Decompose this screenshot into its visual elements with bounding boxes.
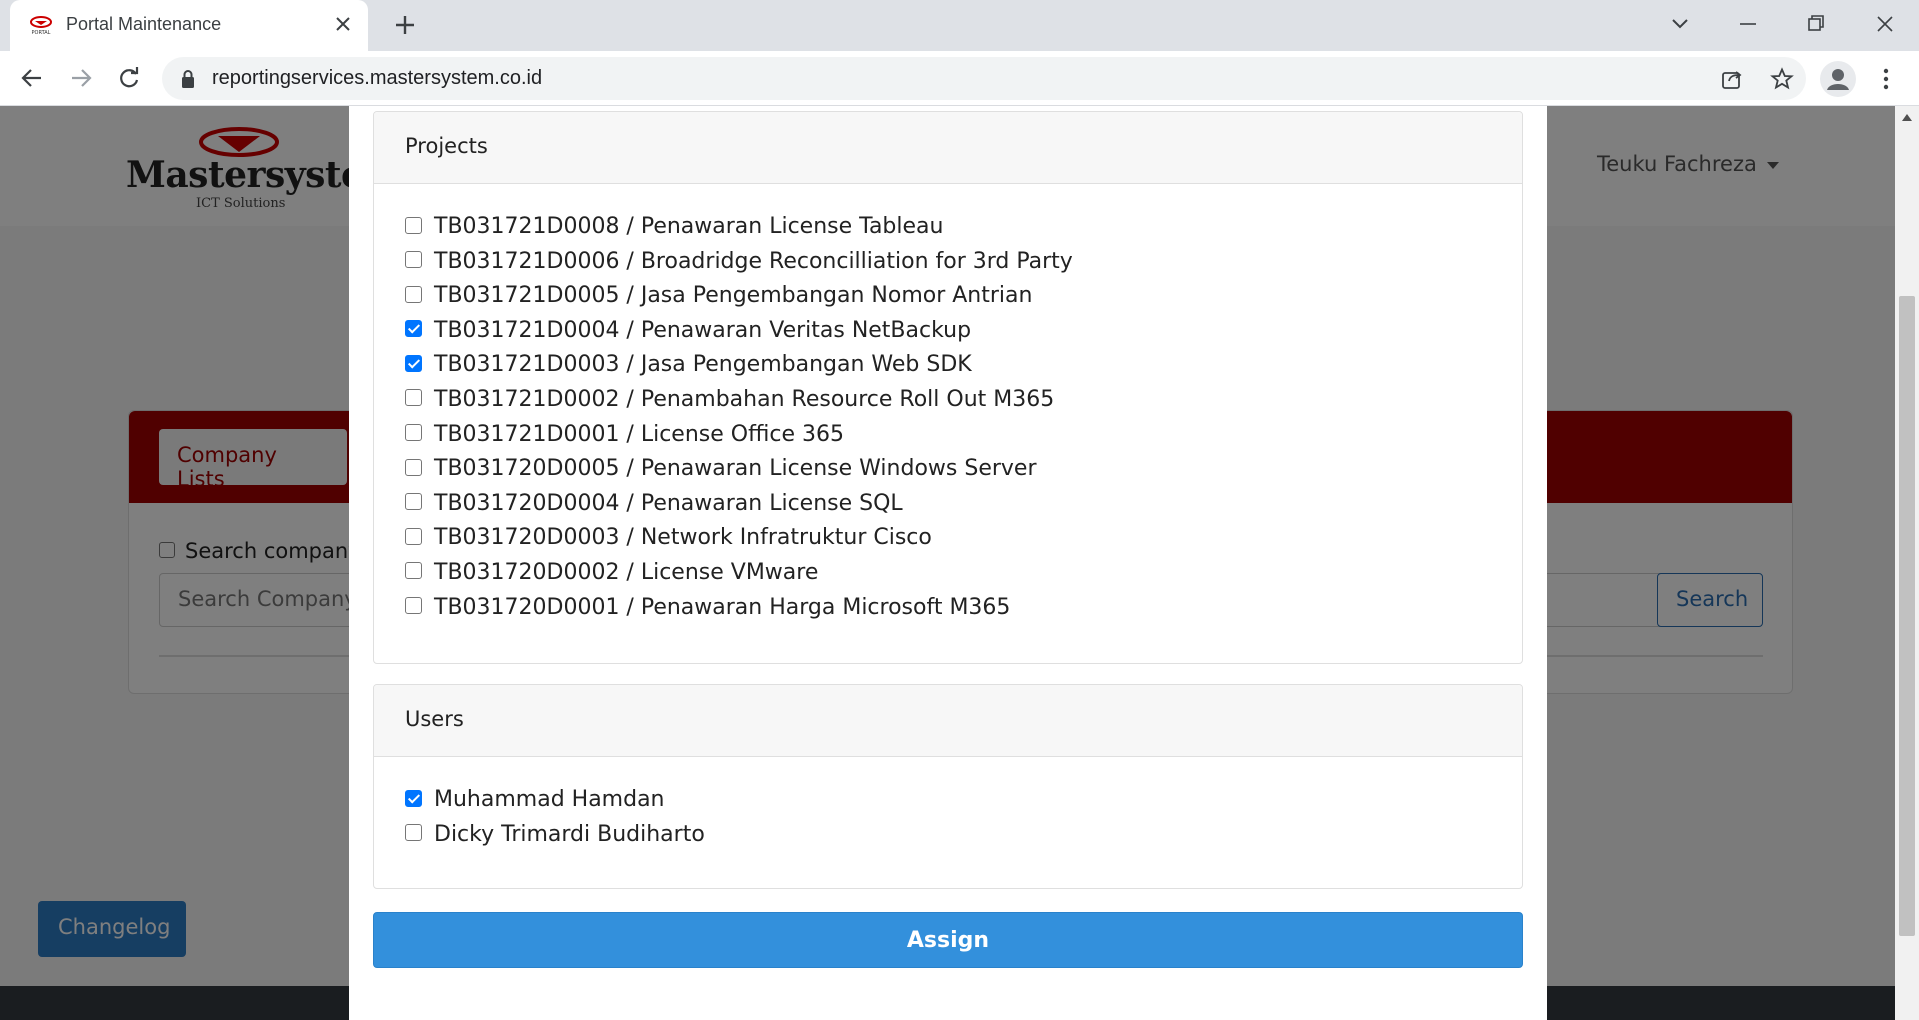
project-item-label: TB031720D0001 / Penawaran Harga Microsof… [434,594,1011,620]
project-item-checkbox[interactable] [405,527,422,545]
back-arrow-icon[interactable] [18,64,46,92]
tab-title: Portal Maintenance [66,14,222,34]
project-item-checkbox[interactable] [405,320,422,338]
new-tab-plus-icon[interactable] [392,12,418,38]
project-item-label: TB031721D0005 / Jasa Pengembangan Nomor … [434,283,1033,309]
minimize-icon[interactable] [1734,10,1762,38]
projects-panel: Projects TB031721D0008 / Penawaran Licen… [373,111,1523,664]
project-item[interactable]: TB031721D0004 / Penawaran Veritas NetBac… [405,318,1522,353]
project-item-label: TB031721D0006 / Broadridge Reconcilliati… [434,248,1073,274]
project-item-checkbox[interactable] [405,458,422,476]
address-bar[interactable]: reportingservices.mastersystem.co.id [162,57,1806,100]
project-item[interactable]: TB031721D0008 / Penawaran License Tablea… [405,214,1522,249]
user-item-label: Dicky Trimardi Budiharto [434,821,705,847]
lock-icon[interactable] [180,69,196,89]
forward-arrow-icon[interactable] [67,64,95,92]
browser-tabstrip: PORTAL Portal Maintenance [0,0,1919,51]
assign-modal: Projects TB031721D0008 / Penawaran Licen… [349,106,1547,1020]
project-item[interactable]: TB031720D0005 / Penawaran License Window… [405,456,1522,491]
close-tab-icon[interactable] [332,13,354,35]
project-item[interactable]: TB031721D0005 / Jasa Pengembangan Nomor … [405,283,1522,318]
project-item-label: TB031721D0001 / License Office 365 [434,421,844,447]
browser-toolbar: reportingservices.mastersystem.co.id [0,51,1919,106]
close-window-icon[interactable] [1871,10,1899,38]
project-item-label: TB031720D0003 / Network Infratruktur Cis… [434,525,932,551]
restore-icon[interactable] [1802,10,1830,38]
project-item-checkbox[interactable] [405,251,422,269]
user-item-checkbox[interactable] [405,824,422,842]
project-item[interactable]: TB031721D0006 / Broadridge Reconcilliati… [405,249,1522,284]
users-panel: Users Muhammad Hamdan Dicky Trimardi Budi… [373,684,1523,889]
project-item-checkbox[interactable] [405,389,422,407]
browser-menu-dots-icon[interactable] [1876,64,1896,94]
user-item[interactable]: Muhammad Hamdan [405,787,1522,822]
user-item-label: Muhammad Hamdan [434,787,665,812]
users-panel-title: Users [374,685,1522,757]
project-item-label: TB031720D0004 / Penawaran License SQL [434,490,903,516]
url-text: reportingservices.mastersystem.co.id [212,67,543,89]
project-item[interactable]: TB031720D0002 / License VMware [405,560,1522,595]
project-item-label: TB031721D0002 / Penambahan Resource Roll… [434,386,1055,412]
project-item[interactable]: TB031720D0004 / Penawaran License SQL [405,491,1522,526]
project-item-checkbox[interactable] [405,216,422,234]
users-list: Muhammad Hamdan Dicky Trimardi Budiharto [374,757,1522,856]
project-item[interactable]: TB031721D0003 / Jasa Pengembangan Web SD… [405,352,1522,387]
bookmark-star-icon[interactable] [1770,67,1794,91]
project-item[interactable]: TB031721D0001 / License Office 365 [405,422,1522,457]
tab-search-chevron-icon[interactable] [1666,10,1694,38]
page-viewport: Mastersystem ICT Solutions Teuku Fachrez… [0,106,1919,1020]
project-item[interactable]: TB031720D0003 / Network Infratruktur Cis… [405,525,1522,560]
project-item-checkbox[interactable] [405,354,422,372]
project-item-checkbox[interactable] [405,285,422,303]
project-item-checkbox[interactable] [405,597,422,615]
project-item-label: TB031720D0005 / Penawaran License Window… [434,456,1037,482]
assign-button[interactable]: Assign [373,912,1523,968]
project-item-checkbox[interactable] [405,562,422,580]
scroll-up-arrow-icon[interactable] [1902,114,1912,121]
portal-favicon-icon: PORTAL [30,16,52,36]
user-item-checkbox[interactable] [405,789,422,807]
project-item[interactable]: TB031721D0002 / Penambahan Resource Roll… [405,387,1522,422]
page-scrollbar[interactable] [1895,106,1919,1020]
browser-tab[interactable]: PORTAL Portal Maintenance [10,0,368,51]
profile-avatar-icon[interactable] [1820,61,1856,97]
project-item-label: TB031721D0003 / Jasa Pengembangan Web SD… [434,352,972,378]
project-item-label: TB031720D0002 / License VMware [434,559,819,585]
project-item-label: TB031721D0004 / Penawaran Veritas NetBac… [434,317,972,343]
projects-panel-title: Projects [374,112,1522,184]
project-item-checkbox[interactable] [405,493,422,511]
project-item[interactable]: TB031720D0001 / Penawaran Harga Microsof… [405,595,1522,630]
scrollbar-thumb[interactable] [1899,296,1915,936]
user-item[interactable]: Dicky Trimardi Budiharto [405,822,1522,857]
reload-icon[interactable] [115,64,143,92]
svg-text:PORTAL: PORTAL [32,30,51,36]
projects-list: TB031721D0008 / Penawaran License Tablea… [374,184,1522,629]
project-item-label: TB031721D0008 / Penawaran License Tablea… [434,214,944,239]
project-item-checkbox[interactable] [405,424,422,442]
share-icon[interactable] [1720,67,1744,91]
